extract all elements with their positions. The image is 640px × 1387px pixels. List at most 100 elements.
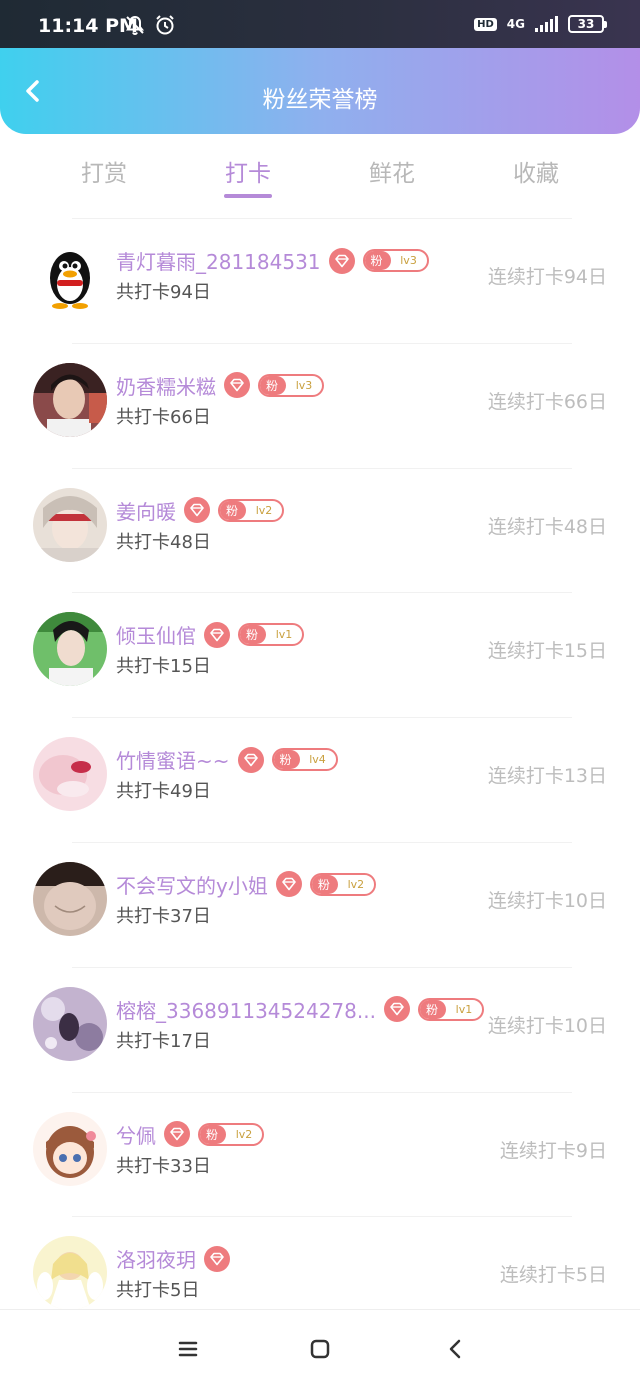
total-checkin-days: 共打卡66日 <box>116 406 211 428</box>
row-divider <box>72 218 572 219</box>
name-line: 洛羽夜玥 <box>116 1244 230 1273</box>
status-time: 11:14 PM <box>38 15 138 37</box>
fan-list-item[interactable]: 青灯暮雨_281184531 粉 lv3 共打卡94日 连续打卡94日 <box>0 218 640 343</box>
name-line: 奶香糯米糍 粉 lv3 <box>116 371 325 400</box>
fan-list-item[interactable]: 竹情蜜语~~ 粉 lv4 共打卡49日 连续打卡13日 <box>0 717 640 842</box>
menu-icon <box>178 1341 198 1357</box>
total-checkin-days: 共打卡49日 <box>116 781 211 803</box>
diamond-icon <box>224 372 250 399</box>
streak-checkin-days: 连续打卡9日 <box>499 1139 607 1162</box>
user-name[interactable]: 青灯暮雨_281184531 <box>116 246 321 275</box>
diamond-icon <box>204 621 230 648</box>
streak-checkin-days: 连续打卡15日 <box>487 640 607 663</box>
user-avatar[interactable] <box>33 1111 107 1186</box>
name-line: 兮佩 粉 lv2 <box>116 1120 265 1149</box>
menu-button[interactable] <box>173 1334 203 1364</box>
fan-level: lv1 <box>275 628 293 642</box>
active-tab-indicator <box>224 194 272 198</box>
streak-checkin-days: 连续打卡10日 <box>487 1014 607 1037</box>
fan-rank-list: 青灯暮雨_281184531 粉 lv3 共打卡94日 连续打卡94日 奶香糯米糍粉 lv3… <box>0 218 640 1341</box>
streak-checkin-days: 连续打卡66日 <box>487 390 607 413</box>
user-name[interactable]: 姜向暖 <box>116 496 176 525</box>
signal-icon <box>535 16 558 32</box>
user-avatar[interactable] <box>33 612 107 687</box>
fan-level: lv2 <box>347 877 365 891</box>
fan-level-badge: 粉 lv2 <box>218 498 285 522</box>
row-divider <box>72 1091 572 1093</box>
streak-checkin-days: 连续打卡13日 <box>487 765 607 788</box>
diamond-icon <box>184 497 210 524</box>
row-divider <box>72 966 572 968</box>
user-avatar[interactable] <box>33 238 107 312</box>
battery-level: 33 <box>577 17 595 31</box>
diamond-icon <box>237 746 264 773</box>
fan-level: lv3 <box>400 254 417 267</box>
row-divider <box>72 592 572 594</box>
fan-level: lv3 <box>295 378 313 392</box>
user-name[interactable]: 竹情蜜语~~ <box>116 745 230 774</box>
diamond-icon <box>164 1121 190 1148</box>
user-name[interactable]: 奶香糯米糍 <box>116 371 216 400</box>
streak-checkin-days: 连续打卡5日 <box>499 1264 607 1287</box>
name-line: 竹情蜜语~~ 粉 lv4 <box>116 745 338 774</box>
row-divider <box>72 717 572 719</box>
home-button[interactable] <box>305 1334 335 1364</box>
total-checkin-days: 共打卡37日 <box>116 905 211 927</box>
fan-list-item[interactable]: 倾玉仙倌 粉 lv1 共打卡15日 连续打卡15日 <box>0 592 640 717</box>
bell-off-icon <box>124 14 146 40</box>
total-checkin-days: 共打卡17日 <box>116 1030 211 1052</box>
page-title: 粉丝荣誉榜 <box>262 87 378 113</box>
fan-list-item[interactable]: 榕榕_336891134524278... 粉 lv1 共打卡17日 连续打卡10日 <box>0 966 640 1092</box>
nav-back-button[interactable] <box>440 1334 470 1364</box>
fan-level-badge: 粉 lv4 <box>271 748 338 772</box>
streak-checkin-days: 连续打卡10日 <box>487 889 607 912</box>
total-checkin-days: 共打卡33日 <box>116 1155 211 1177</box>
hd-badge: HD <box>474 17 497 31</box>
user-name[interactable]: 洛羽夜玥 <box>116 1244 196 1273</box>
fan-level: lv2 <box>235 1127 253 1141</box>
row-divider <box>72 467 572 469</box>
name-line: 榕榕_336891134524278... 粉 lv1 <box>116 995 484 1024</box>
battery-icon: 33 <box>568 15 607 33</box>
fan-list-item[interactable]: 姜向暖 粉 lv2 共打卡48日 连续打卡48日 <box>0 467 640 593</box>
user-avatar[interactable] <box>33 986 107 1061</box>
total-checkin-days: 共打卡5日 <box>116 1280 200 1302</box>
user-avatar[interactable] <box>33 1236 107 1311</box>
fan-badge-label: 粉 <box>311 874 338 894</box>
user-name[interactable]: 兮佩 <box>116 1120 156 1149</box>
streak-checkin-days: 连续打卡48日 <box>487 515 607 538</box>
user-avatar[interactable] <box>33 362 107 437</box>
fan-level: lv2 <box>255 503 273 517</box>
tab-shoucang[interactable]: 收藏 <box>466 154 606 188</box>
user-avatar[interactable] <box>33 487 107 562</box>
row-divider <box>72 342 572 344</box>
fan-level-badge: 粉 lv2 <box>198 1122 265 1146</box>
user-name[interactable]: 不会写文的y小姐 <box>116 870 268 899</box>
fan-badge-label: 粉 <box>273 750 300 770</box>
fan-badge-label: 粉 <box>364 251 391 270</box>
tab-dashang[interactable]: 打赏 <box>34 154 174 188</box>
fan-badge-label: 粉 <box>419 999 446 1019</box>
system-nav-bar <box>0 1309 640 1387</box>
fan-level-badge: 粉 lv3 <box>258 373 325 397</box>
user-name[interactable]: 榕榕_336891134524278... <box>116 995 376 1024</box>
fan-badge-label: 粉 <box>260 375 287 395</box>
fan-level: lv1 <box>455 1002 473 1016</box>
user-name[interactable]: 倾玉仙倌 <box>116 620 196 649</box>
name-line: 青灯暮雨_281184531 粉 lv3 <box>116 246 429 275</box>
fan-list-item[interactable]: 兮佩 粉 lv2 共打卡33日 连续打卡9日 <box>0 1091 640 1217</box>
streak-checkin-days: 连续打卡94日 <box>487 266 607 288</box>
diamond-icon <box>204 1245 230 1272</box>
tab-xianhua[interactable]: 鲜花 <box>322 154 462 188</box>
fan-level-badge: 粉 lv1 <box>238 623 305 647</box>
alarm-icon <box>154 14 176 40</box>
row-divider <box>72 841 572 843</box>
total-checkin-days: 共打卡94日 <box>116 282 211 303</box>
fan-list-item[interactable]: 不会写文的y小姐 粉 lv2 共打卡37日 连续打卡10日 <box>0 841 640 967</box>
user-avatar[interactable] <box>33 737 107 812</box>
fan-badge-label: 粉 <box>240 625 267 645</box>
user-avatar[interactable] <box>33 861 107 936</box>
fan-list-item[interactable]: 奶香糯米糍 粉 lv3 共打卡66日 连续打卡66日 <box>0 342 640 468</box>
tab-daka[interactable]: 打卡 <box>178 154 318 188</box>
fan-badge-label: 粉 <box>200 1124 227 1144</box>
